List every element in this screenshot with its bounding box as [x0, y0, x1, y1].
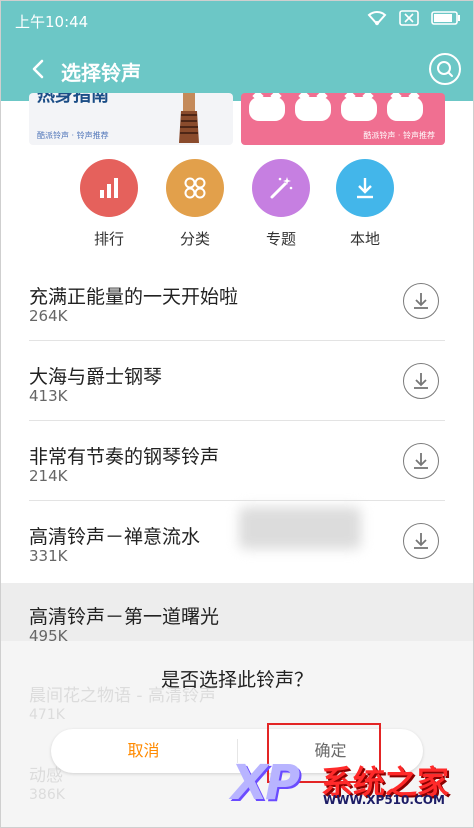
banner-carousel[interactable]: 热身指南 酷派铃声 · 铃声推荐 酷派铃声 · 铃声推荐 [1, 93, 473, 146]
app-bar: 选择铃声 [1, 39, 473, 101]
magic-wand-icon [252, 159, 310, 217]
watermark-url: WWW.XP510.COM [323, 793, 445, 807]
ringtone-size: 214K [29, 467, 68, 485]
battery-icon [431, 11, 461, 25]
download-button[interactable] [403, 363, 439, 399]
search-button[interactable] [429, 53, 461, 85]
ringtone-size: 331K [29, 547, 68, 565]
ringtone-name: 充满正能量的一天开始啦 [29, 286, 239, 308]
category-label: 分类 [179, 230, 210, 248]
divider [29, 420, 445, 421]
category-local[interactable]: 本地 [325, 159, 405, 249]
download-button[interactable] [403, 523, 439, 559]
cat-illustration [249, 97, 423, 121]
banner-footer: 酷派铃声 · 铃声推荐 [37, 131, 109, 140]
list-item[interactable]: 大海与爵士钢琴 413K [1, 343, 473, 421]
cancel-button[interactable]: 取消 [51, 729, 236, 773]
divider [29, 500, 445, 501]
list-item[interactable]: 高清铃声－禅意流水 331K [1, 503, 473, 581]
back-arrow-icon[interactable] [27, 57, 51, 81]
download-button[interactable] [403, 283, 439, 319]
download-icon [336, 159, 394, 217]
search-icon [437, 61, 453, 77]
download-icon [414, 293, 428, 309]
person-illustration [179, 93, 199, 143]
app-screen: 上午10:44 选择铃声 热身指南 酷派铃声 · 铃声推荐 酷派铃声 · 铃声推… [0, 0, 474, 828]
list-item[interactable]: 充满正能量的一天开始啦 264K [1, 263, 473, 341]
no-sim-icon [399, 10, 419, 26]
site-watermark: XP 系统之家 WWW.XP510.COM [231, 749, 459, 811]
ringtone-size: 413K [29, 387, 68, 405]
category-ranking[interactable]: 排行 [69, 159, 149, 249]
category-label: 排行 [93, 230, 124, 248]
background-ringtone-size: 471K [29, 707, 65, 723]
status-time: 上午10:44 [15, 13, 89, 31]
ringtone-size: 264K [29, 307, 68, 325]
background-ringtone-size: 386K [29, 787, 65, 803]
dialog-question: 是否选择此铃声？ [160, 669, 313, 691]
category-label: 专题 [265, 230, 296, 248]
ringtone-name: 非常有节奏的钢琴铃声 [29, 446, 220, 468]
download-button[interactable] [403, 443, 439, 479]
banner-warmup[interactable]: 热身指南 酷派铃声 · 铃声推荐 [29, 93, 233, 145]
page-title: 选择铃声 [61, 61, 141, 85]
category-topic[interactable]: 专题 [241, 159, 321, 249]
blurred-overlay [239, 507, 361, 549]
download-icon [414, 533, 428, 549]
banner-footer: 酷派铃声 · 铃声推荐 [363, 131, 435, 140]
category-classify[interactable]: 分类 [155, 159, 235, 249]
grid-icon [166, 159, 224, 217]
ringtone-name: 高清铃声－禅意流水 [29, 526, 201, 548]
ringtone-name: 大海与爵士钢琴 [29, 366, 163, 388]
list-item[interactable]: 非常有节奏的钢琴铃声 214K [1, 423, 473, 501]
banner-title: 热身指南 [37, 93, 109, 106]
wifi-icon [367, 10, 387, 26]
category-label: 本地 [349, 230, 380, 248]
download-icon [414, 373, 428, 389]
bar-chart-icon [80, 159, 138, 217]
divider [29, 340, 445, 341]
ringtone-name: 高清铃声－第一道曙光 [29, 606, 220, 628]
watermark-logo: XP [231, 755, 300, 811]
banner-cats[interactable]: 酷派铃声 · 铃声推荐 [241, 93, 445, 145]
status-bar: 上午10:44 [1, 1, 473, 39]
category-row: 排行 分类 专题 本地 [1, 159, 473, 251]
download-icon [414, 453, 428, 469]
